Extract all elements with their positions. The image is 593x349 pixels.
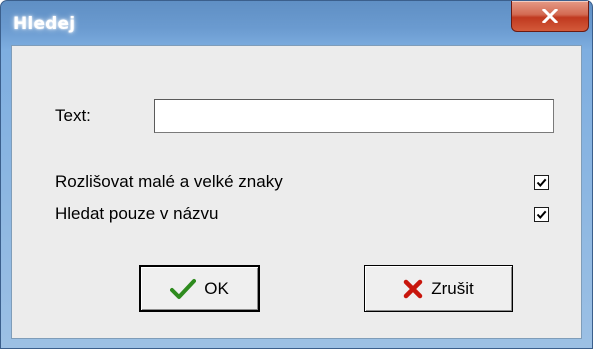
ok-button[interactable]: OK <box>139 265 260 312</box>
case-sensitive-label: Rozlišovat malé a velké znaky <box>55 172 283 191</box>
ok-button-label: OK <box>204 278 229 298</box>
search-dialog: Hledej Text: Rozlišovat malé a velké zna… <box>0 0 593 349</box>
cancel-button[interactable]: Zrušit <box>364 265 513 312</box>
search-text-input[interactable] <box>154 99 554 133</box>
close-icon <box>542 9 558 23</box>
window-title: Hledej <box>13 14 76 34</box>
checkmark-icon <box>170 278 197 300</box>
close-button[interactable] <box>511 1 589 32</box>
name-only-label: Hledat pouze v názvu <box>55 204 219 223</box>
dialog-content: Text: Rozlišovat malé a velké znaky Hled… <box>11 45 582 339</box>
title-bar[interactable]: Hledej <box>1 1 592 45</box>
cancel-button-label: Zrušit <box>431 278 474 298</box>
x-mark-icon <box>403 279 423 299</box>
text-label: Text: <box>55 106 91 125</box>
case-sensitive-checkbox[interactable] <box>534 175 549 190</box>
checkmark-icon <box>536 178 547 187</box>
checkmark-icon <box>536 210 547 219</box>
name-only-checkbox[interactable] <box>534 207 549 222</box>
